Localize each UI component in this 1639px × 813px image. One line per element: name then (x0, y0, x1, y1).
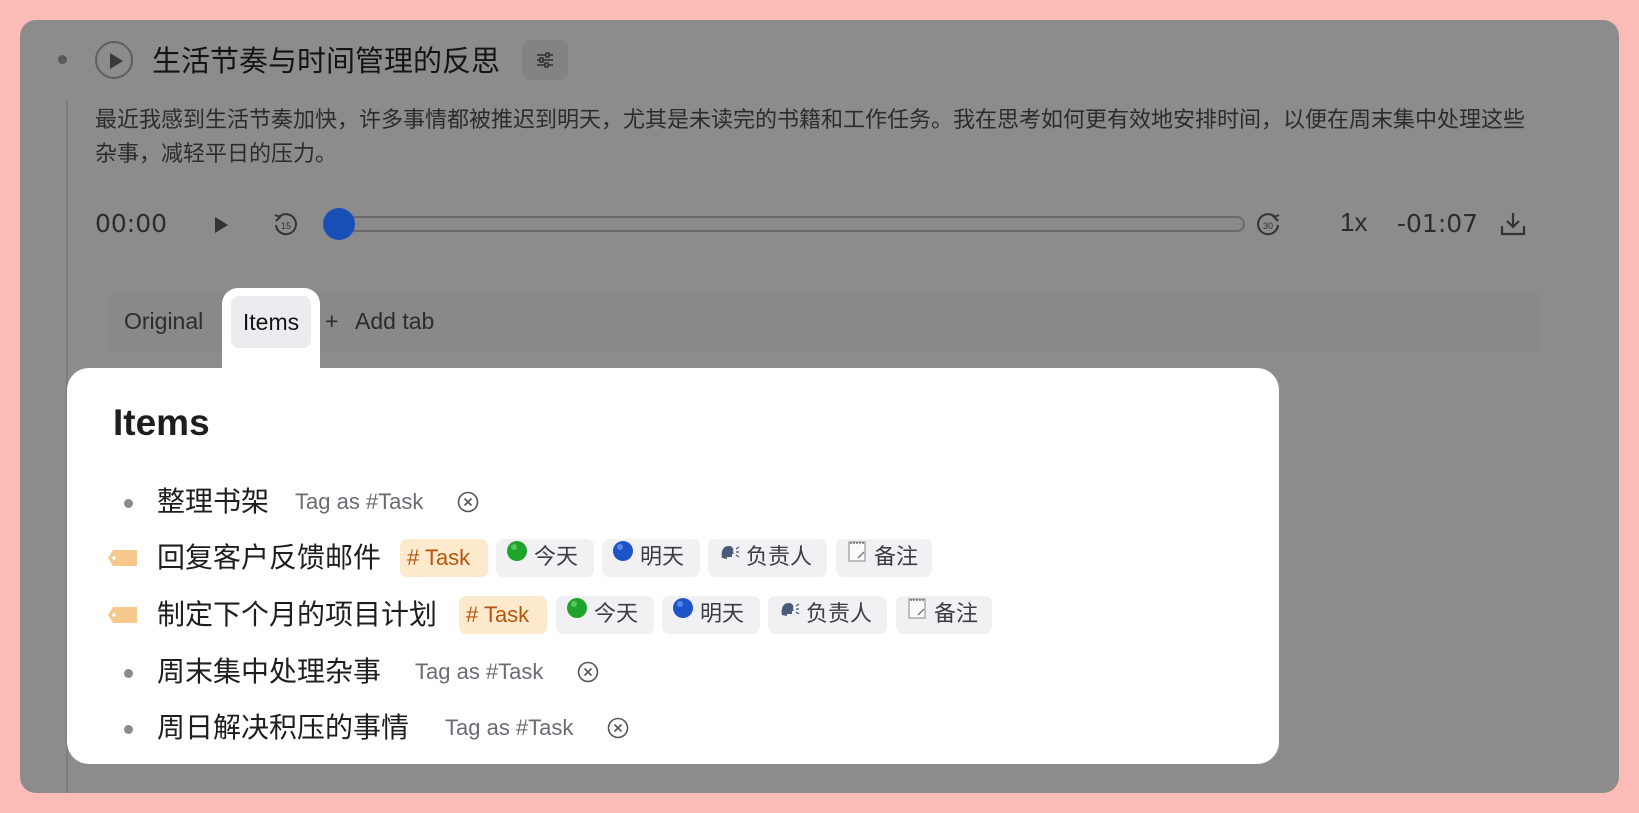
list-item: 回复客户反馈邮件 # Task 今天 明天 负责人 备注 (107, 535, 1257, 581)
item-text: 整理书架 (157, 485, 270, 518)
tag-as-task-button[interactable]: Tag as #Task (295, 489, 423, 515)
notepad-icon (846, 537, 868, 575)
remaining-time: -01:07 (1397, 209, 1479, 238)
note-bullet (58, 55, 67, 64)
item-text: 制定下个月的项目计划 (157, 598, 438, 631)
playback-speed[interactable]: 1x (1340, 207, 1367, 238)
bullet-icon (124, 725, 133, 734)
items-panel-title: Items (113, 402, 210, 443)
chip-label: 今天 (534, 545, 579, 570)
skip-back-icon[interactable]: 15 (271, 210, 301, 240)
note-window: 生活节奏与时间管理的反思 最近我感到生活节奏加快，许多事情都被推迟到明天，尤其是… (20, 20, 1619, 793)
note-title: 生活节奏与时间管理的反思 (152, 44, 501, 78)
task-tag-chip[interactable]: # Task (400, 539, 488, 577)
chip-label: 明天 (640, 545, 685, 570)
audio-player: 00:00 15 30 1x -01:07 (95, 195, 1535, 255)
list-item: 整理书架 Tag as #Task (107, 479, 1257, 525)
chip-label: 备注 (934, 602, 979, 627)
skip-back-label: 15 (281, 221, 291, 231)
tag-icon (108, 607, 137, 623)
date-tomorrow-chip[interactable]: 明天 (602, 539, 700, 577)
assignee-chip[interactable]: 负责人 (708, 539, 827, 577)
add-tab-button[interactable]: Add tab (355, 308, 434, 335)
task-tag-chip[interactable]: # Task (459, 596, 547, 634)
skip-forward-icon[interactable]: 30 (1253, 210, 1283, 240)
tab-original[interactable]: Original (124, 308, 203, 335)
notes-chip[interactable]: 备注 (896, 596, 992, 634)
skip-forward-label: 30 (1263, 221, 1273, 231)
item-text: 回复客户反馈邮件 (157, 541, 382, 574)
list-item: 制定下个月的项目计划 # Task 今天 明天 负责人 备注 (107, 592, 1257, 638)
add-tab-symbol[interactable]: + (325, 308, 338, 335)
date-today-chip[interactable]: 今天 (496, 539, 594, 577)
download-icon[interactable] (1498, 209, 1528, 239)
item-text: 周末集中处理杂事 (157, 655, 382, 688)
bullet-icon (124, 499, 133, 508)
date-today-chip[interactable]: 今天 (556, 596, 654, 634)
date-tomorrow-chip[interactable]: 明天 (662, 596, 760, 634)
tag-as-task-button[interactable]: Tag as #Task (445, 715, 573, 741)
chip-label: 今天 (594, 602, 639, 627)
notes-chip[interactable]: 备注 (836, 539, 932, 577)
bullet-icon (124, 669, 133, 678)
current-time: 00:00 (95, 209, 168, 238)
dismiss-icon[interactable] (606, 716, 630, 740)
sliders-icon (537, 52, 553, 68)
items-panel: Items 整理书架 Tag as #Task 回复客户反馈邮件 # Task … (67, 368, 1279, 764)
speaking-head-icon (718, 537, 740, 575)
chip-label: 负责人 (746, 545, 813, 570)
blue-circle-icon (612, 537, 634, 575)
chip-label: 负责人 (806, 602, 873, 627)
dismiss-icon[interactable] (576, 660, 600, 684)
progress-track[interactable] (323, 216, 1245, 232)
progress-thumb[interactable] (323, 208, 355, 240)
chip-label: 备注 (874, 545, 919, 570)
tab-bar: Original + Add tab (107, 290, 1542, 352)
note-body: 最近我感到生活节奏加快，许多事情都被推迟到明天，尤其是未读完的书籍和工作任务。我… (95, 108, 1526, 167)
green-circle-icon (566, 594, 588, 632)
tag-as-task-button[interactable]: Tag as #Task (415, 659, 543, 685)
note-settings-button[interactable] (522, 40, 568, 80)
play-button[interactable] (215, 217, 228, 233)
speaking-head-icon (778, 594, 800, 632)
blue-circle-icon (672, 594, 694, 632)
tab-items[interactable]: Items (231, 296, 311, 348)
notepad-icon (906, 594, 928, 632)
assignee-chip[interactable]: 负责人 (768, 596, 887, 634)
chip-label: 明天 (700, 602, 745, 627)
tag-icon (108, 550, 137, 566)
list-item: 周日解决积压的事情 Tag as #Task (107, 705, 1257, 751)
green-circle-icon (506, 537, 528, 575)
item-text: 周日解决积压的事情 (157, 711, 410, 744)
list-item: 周末集中处理杂事 Tag as #Task (107, 649, 1257, 695)
play-note-button[interactable] (95, 41, 133, 79)
dismiss-icon[interactable] (456, 490, 480, 514)
